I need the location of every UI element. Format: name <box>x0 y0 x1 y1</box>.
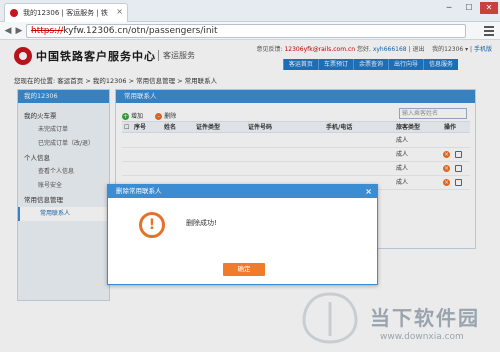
dialog-title: 删除常用联系人 <box>116 187 162 195</box>
url-path: kyfw.12306.cn/otn/passengers/init <box>63 26 218 36</box>
favicon-icon <box>10 9 18 17</box>
url-input[interactable]: https://kyfw.12306.cn/otn/passengers/ini… <box>26 24 466 38</box>
window-controls: ─ ☐ ✕ <box>440 2 498 14</box>
close-window-button[interactable]: ✕ <box>480 2 498 14</box>
address-bar: ◀ ▶ https://kyfw.12306.cn/otn/passengers… <box>0 22 500 40</box>
minimize-button[interactable]: ─ <box>440 2 458 14</box>
exclamation-icon: ! <box>139 212 165 238</box>
tab-title: 我的12306 | 客运服务 | 铁 <box>23 9 108 17</box>
delete-result-dialog: 删除常用联系人 × ! 删除成功! 确定 <box>107 184 378 285</box>
dialog-message: 删除成功! <box>186 219 217 227</box>
url-scheme: https:// <box>31 26 64 36</box>
close-icon[interactable]: × <box>365 185 372 198</box>
forward-icon[interactable]: ▶ <box>13 25 25 37</box>
menu-icon[interactable] <box>484 26 494 36</box>
dialog-header: 删除常用联系人 × <box>108 185 377 198</box>
web-page: 中国铁路客户服务中心 客运服务 意见反馈: 12306yfk@rails.com… <box>0 40 500 352</box>
close-icon[interactable]: × <box>116 7 123 16</box>
ok-button[interactable]: 确定 <box>223 263 265 276</box>
browser-tab[interactable]: 我的12306 | 客运服务 | 铁 × <box>4 3 128 22</box>
browser-tab-bar: 我的12306 | 客运服务 | 铁 × ─ ☐ ✕ <box>0 0 500 22</box>
maximize-button[interactable]: ☐ <box>460 2 478 14</box>
